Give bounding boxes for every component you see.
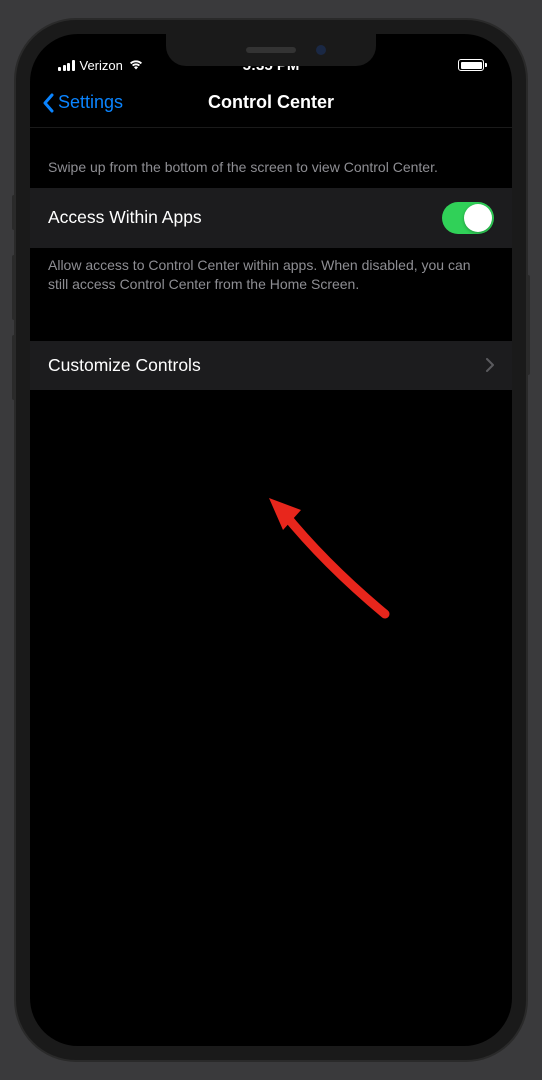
section-footer: Allow access to Control Center within ap… xyxy=(30,248,512,305)
annotation-arrow xyxy=(265,494,405,634)
page-title: Control Center xyxy=(208,92,334,113)
front-camera xyxy=(316,45,326,55)
speaker xyxy=(246,47,296,53)
toggle-knob xyxy=(464,204,492,232)
status-left: Verizon xyxy=(58,58,144,73)
access-within-apps-row[interactable]: Access Within Apps xyxy=(30,188,512,248)
volume-down-button xyxy=(12,335,16,400)
cellular-signal-icon xyxy=(58,60,75,71)
row-label: Access Within Apps xyxy=(48,207,202,228)
battery-icon xyxy=(458,59,484,71)
nav-bar: Settings Control Center xyxy=(30,82,512,128)
back-button[interactable]: Settings xyxy=(42,92,123,113)
wifi-icon xyxy=(128,59,144,71)
status-right xyxy=(458,59,484,71)
phone-frame: Verizon 5:35 PM Settings Control Center xyxy=(16,20,526,1060)
chevron-right-icon xyxy=(486,358,494,372)
row-label: Customize Controls xyxy=(48,355,201,376)
screen: Verizon 5:35 PM Settings Control Center xyxy=(30,34,512,1046)
power-button xyxy=(526,275,530,375)
access-within-apps-toggle[interactable] xyxy=(442,202,494,234)
content: Swipe up from the bottom of the screen t… xyxy=(30,128,512,390)
back-label: Settings xyxy=(58,92,123,113)
notch xyxy=(166,34,376,66)
customize-controls-row[interactable]: Customize Controls xyxy=(30,341,512,390)
section-header: Swipe up from the bottom of the screen t… xyxy=(30,128,512,188)
silent-switch xyxy=(12,195,16,230)
carrier-label: Verizon xyxy=(80,58,123,73)
chevron-left-icon xyxy=(42,93,54,113)
volume-up-button xyxy=(12,255,16,320)
